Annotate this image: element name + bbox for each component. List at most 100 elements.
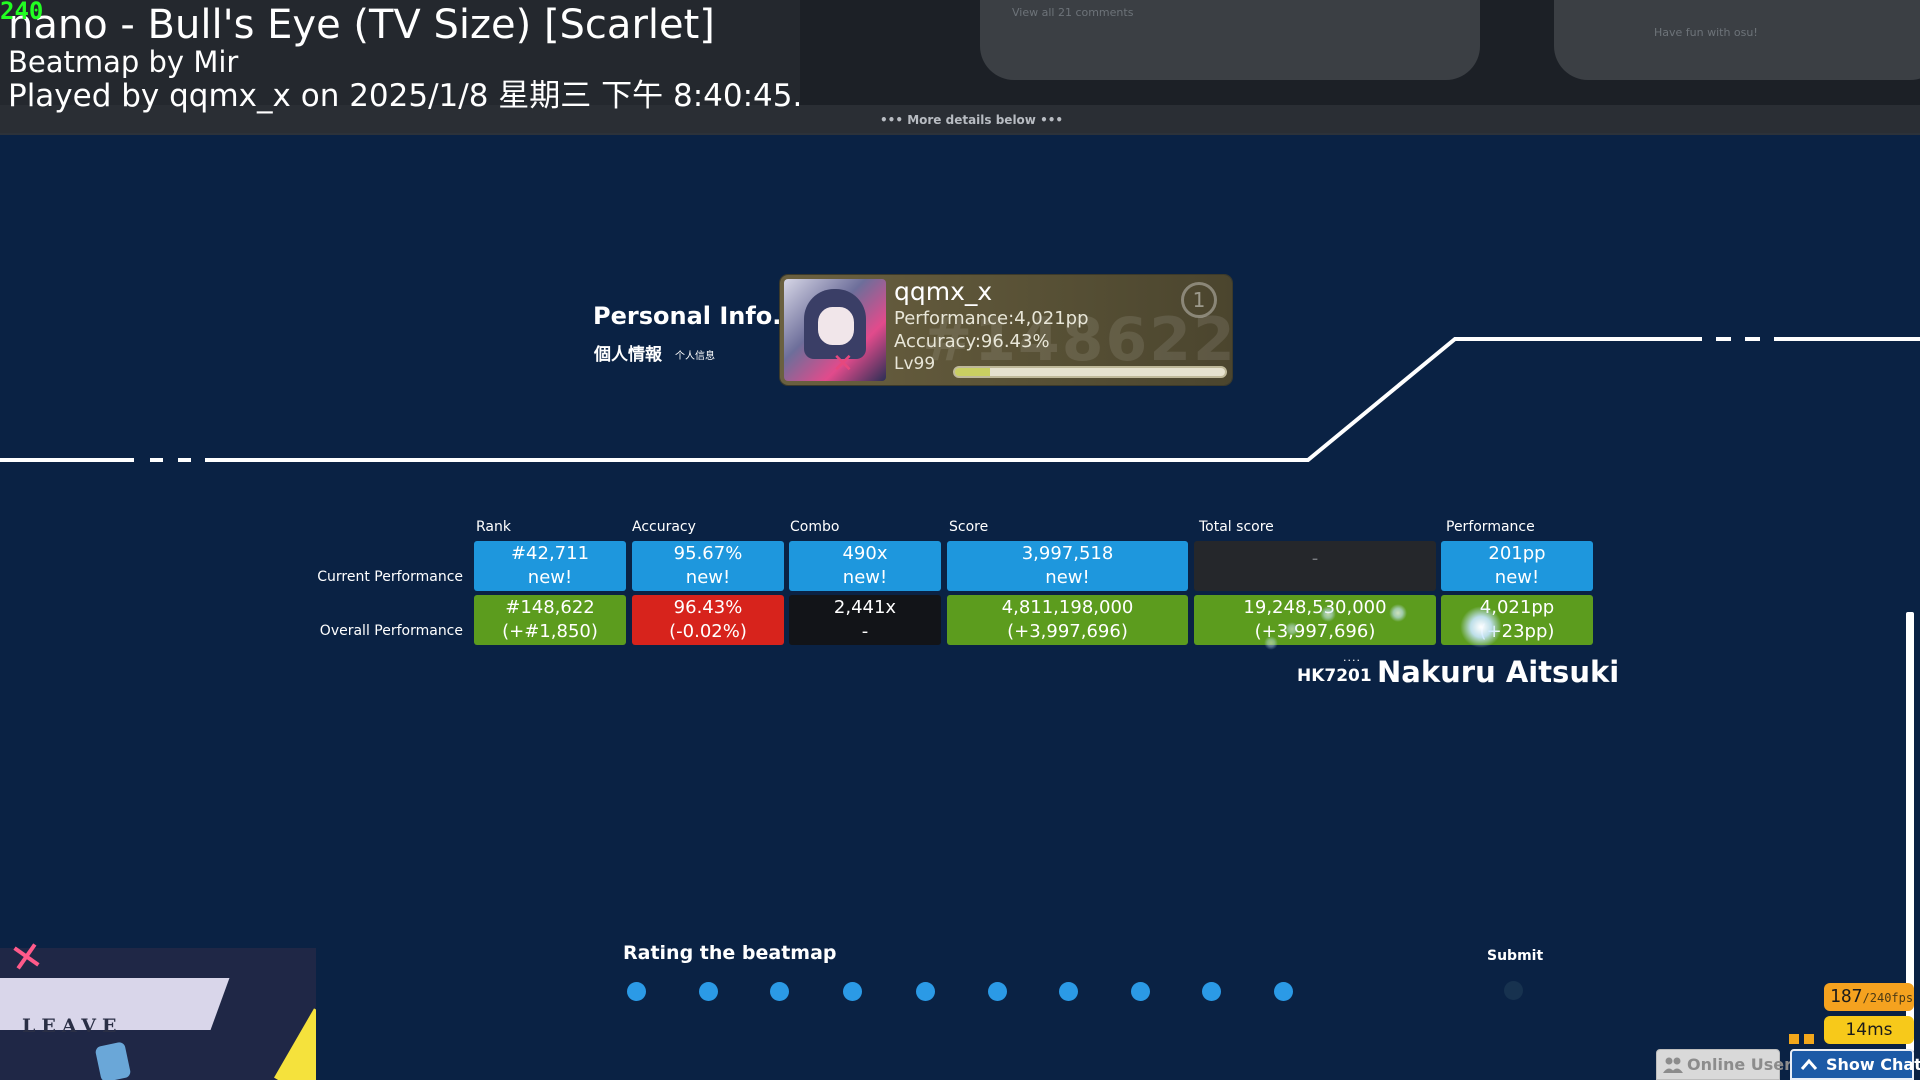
current-accuracy-cell: 95.67% new! <box>632 541 784 591</box>
decorative-lines <box>0 337 1920 462</box>
rating-dot-6[interactable] <box>988 982 1007 1001</box>
overall-accuracy-change: (-0.02%) <box>669 621 747 642</box>
played-by-line: Played by qqmx_x on 2025/1/8 星期三 下午 8:40… <box>8 78 803 114</box>
beatmap-title: nano - Bull's Eye (TV Size) [Scarlet] <box>8 2 715 48</box>
current-rank-note: new! <box>527 567 573 588</box>
more-details-link[interactable]: ••• More details below ••• <box>880 113 1063 127</box>
personal-info-title: Personal Info. <box>593 302 782 330</box>
rating-dot-8[interactable] <box>1131 982 1150 1001</box>
overall-total-score-value: 19,248,530,000 <box>1243 597 1387 618</box>
overall-rank-change: (+#1,850) <box>502 621 598 642</box>
user-card[interactable]: ✕ #148622 qqmx_x Performance:4,021pp Acc… <box>780 275 1232 385</box>
overall-combo-cell: 2,441x - <box>789 595 941 645</box>
latency-counter: 14ms <box>1824 1016 1914 1044</box>
column-header-performance: Performance <box>1446 519 1535 535</box>
overall-combo-change: - <box>861 621 869 642</box>
user-level: Lv99 <box>894 354 936 374</box>
rating-dot-10[interactable] <box>1274 982 1293 1001</box>
level-progress-fill <box>955 368 991 376</box>
rating-title: Rating the beatmap <box>623 942 837 964</box>
overall-score-cell: 4,811,198,000 (+3,997,696) <box>947 595 1188 645</box>
avatar[interactable]: ✕ <box>784 279 886 381</box>
user-accuracy: Accuracy:96.43% <box>894 331 1050 352</box>
current-performance-note: new! <box>1494 567 1540 588</box>
fps-value: 187 <box>1830 986 1863 1007</box>
submit-button[interactable] <box>1504 981 1523 1000</box>
rating-dot-9[interactable] <box>1202 982 1221 1001</box>
column-header-rank: Rank <box>476 519 511 535</box>
current-combo-value: 490x <box>842 543 888 564</box>
online-users-label: Online Users <box>1687 1055 1802 1074</box>
rating-dot-5[interactable] <box>916 982 935 1001</box>
cursor-glow <box>1460 606 1502 648</box>
rating-dot-1[interactable] <box>627 982 646 1001</box>
current-combo-note: new! <box>842 567 888 588</box>
column-header-score: Score <box>949 519 989 535</box>
current-performance-value: 201pp <box>1488 543 1546 564</box>
cursor-trail-sparkle <box>1389 604 1407 622</box>
rating-dot-2[interactable] <box>699 982 718 1001</box>
column-header-accuracy: Accuracy <box>632 519 696 535</box>
show-chat-button[interactable]: Show Chat <box>1790 1049 1920 1080</box>
column-header-total-score: Total score <box>1199 519 1274 535</box>
row-label-current: Current Performance <box>317 569 463 585</box>
background-comment-card: View all 21 comments <box>980 0 1480 80</box>
fps-counter: 187/240fps <box>1824 983 1914 1011</box>
overall-accuracy-value: 96.43% <box>673 597 743 618</box>
current-score-note: new! <box>1045 567 1090 588</box>
personal-info-subtitle-small: 个人信息 <box>675 351 715 362</box>
cursor-trail-sparkle <box>1285 622 1299 636</box>
row-label-overall: Overall Performance <box>319 623 463 639</box>
current-rank-value: #42,711 <box>510 543 590 564</box>
show-chat-label: Show Chat <box>1826 1055 1920 1074</box>
current-accuracy-note: new! <box>685 567 731 588</box>
submit-label: Submit <box>1487 948 1544 964</box>
overall-score-change: (+3,997,696) <box>1007 621 1128 642</box>
column-header-combo: Combo <box>790 519 840 535</box>
users-icon <box>1663 1057 1683 1073</box>
current-performance-cell: 201pp new! <box>1441 541 1593 591</box>
overall-rank-cell: #148,622 (+#1,850) <box>474 595 626 645</box>
thumbnail-text: LEAVE <box>22 1015 123 1037</box>
rating-dot-7[interactable] <box>1059 982 1078 1001</box>
current-total-score-cell: - <box>1194 541 1436 591</box>
current-accuracy-value: 95.67% <box>673 543 743 564</box>
cursor-trail-sparkle <box>1320 606 1336 622</box>
background-comment-link: View all 21 comments <box>1012 6 1134 19</box>
thumbnail-pin <box>94 1041 132 1080</box>
status-indicator <box>1804 1034 1814 1044</box>
online-users-button[interactable]: Online Users <box>1656 1049 1802 1080</box>
beatmap-thumbnail: LEAVE <box>0 948 316 1080</box>
rating-dot-3[interactable] <box>770 982 789 1001</box>
overall-accuracy-cell: 96.43% (-0.02%) <box>632 595 784 645</box>
status-indicator <box>1789 1034 1799 1044</box>
fps-overlay-counter: 240 <box>0 0 44 25</box>
current-combo-cell: 490x new! <box>789 541 941 591</box>
chevron-up-icon <box>1800 1058 1818 1070</box>
current-score-value: 3,997,518 <box>1021 543 1114 564</box>
rating-dot-4[interactable] <box>843 982 862 1001</box>
mapper-name[interactable]: Nakuru Aitsuki <box>1377 655 1619 689</box>
thumbnail-yellow-shape <box>274 1008 316 1080</box>
sparkle-x-icon: ✕ <box>6 932 48 984</box>
current-total-score-value: - <box>1311 548 1319 569</box>
overall-score-value: 4,811,198,000 <box>1001 597 1134 618</box>
avatar-x-mark: ✕ <box>832 349 854 379</box>
user-name: qqmx_x <box>894 277 993 306</box>
level-progress-bar <box>953 366 1227 378</box>
overall-rank-value: #148,622 <box>505 597 595 618</box>
mapper-tag: HK7201 <box>1297 666 1372 686</box>
results-screen: View all 21 comments Have fun with osu! … <box>0 0 1920 1080</box>
beatmap-mapper: Beatmap by Mir <box>8 45 239 79</box>
current-score-cell: 3,997,518 new! <box>947 541 1188 591</box>
cursor-trail-sparkle <box>1264 636 1278 650</box>
current-rank-cell: #42,711 new! <box>474 541 626 591</box>
avatar-face <box>818 307 854 345</box>
background-welcome-card: Have fun with osu! <box>1554 0 1920 80</box>
background-welcome-text: Have fun with osu! <box>1654 26 1758 39</box>
mapper-tag-dots-icon: ···· <box>1343 654 1361 667</box>
user-performance: Performance:4,021pp <box>894 308 1089 329</box>
overall-combo-value: 2,441x <box>833 597 897 618</box>
personal-info-subtitle: 個人情報 <box>594 345 662 365</box>
fps-max: /240fps <box>1862 991 1914 1005</box>
